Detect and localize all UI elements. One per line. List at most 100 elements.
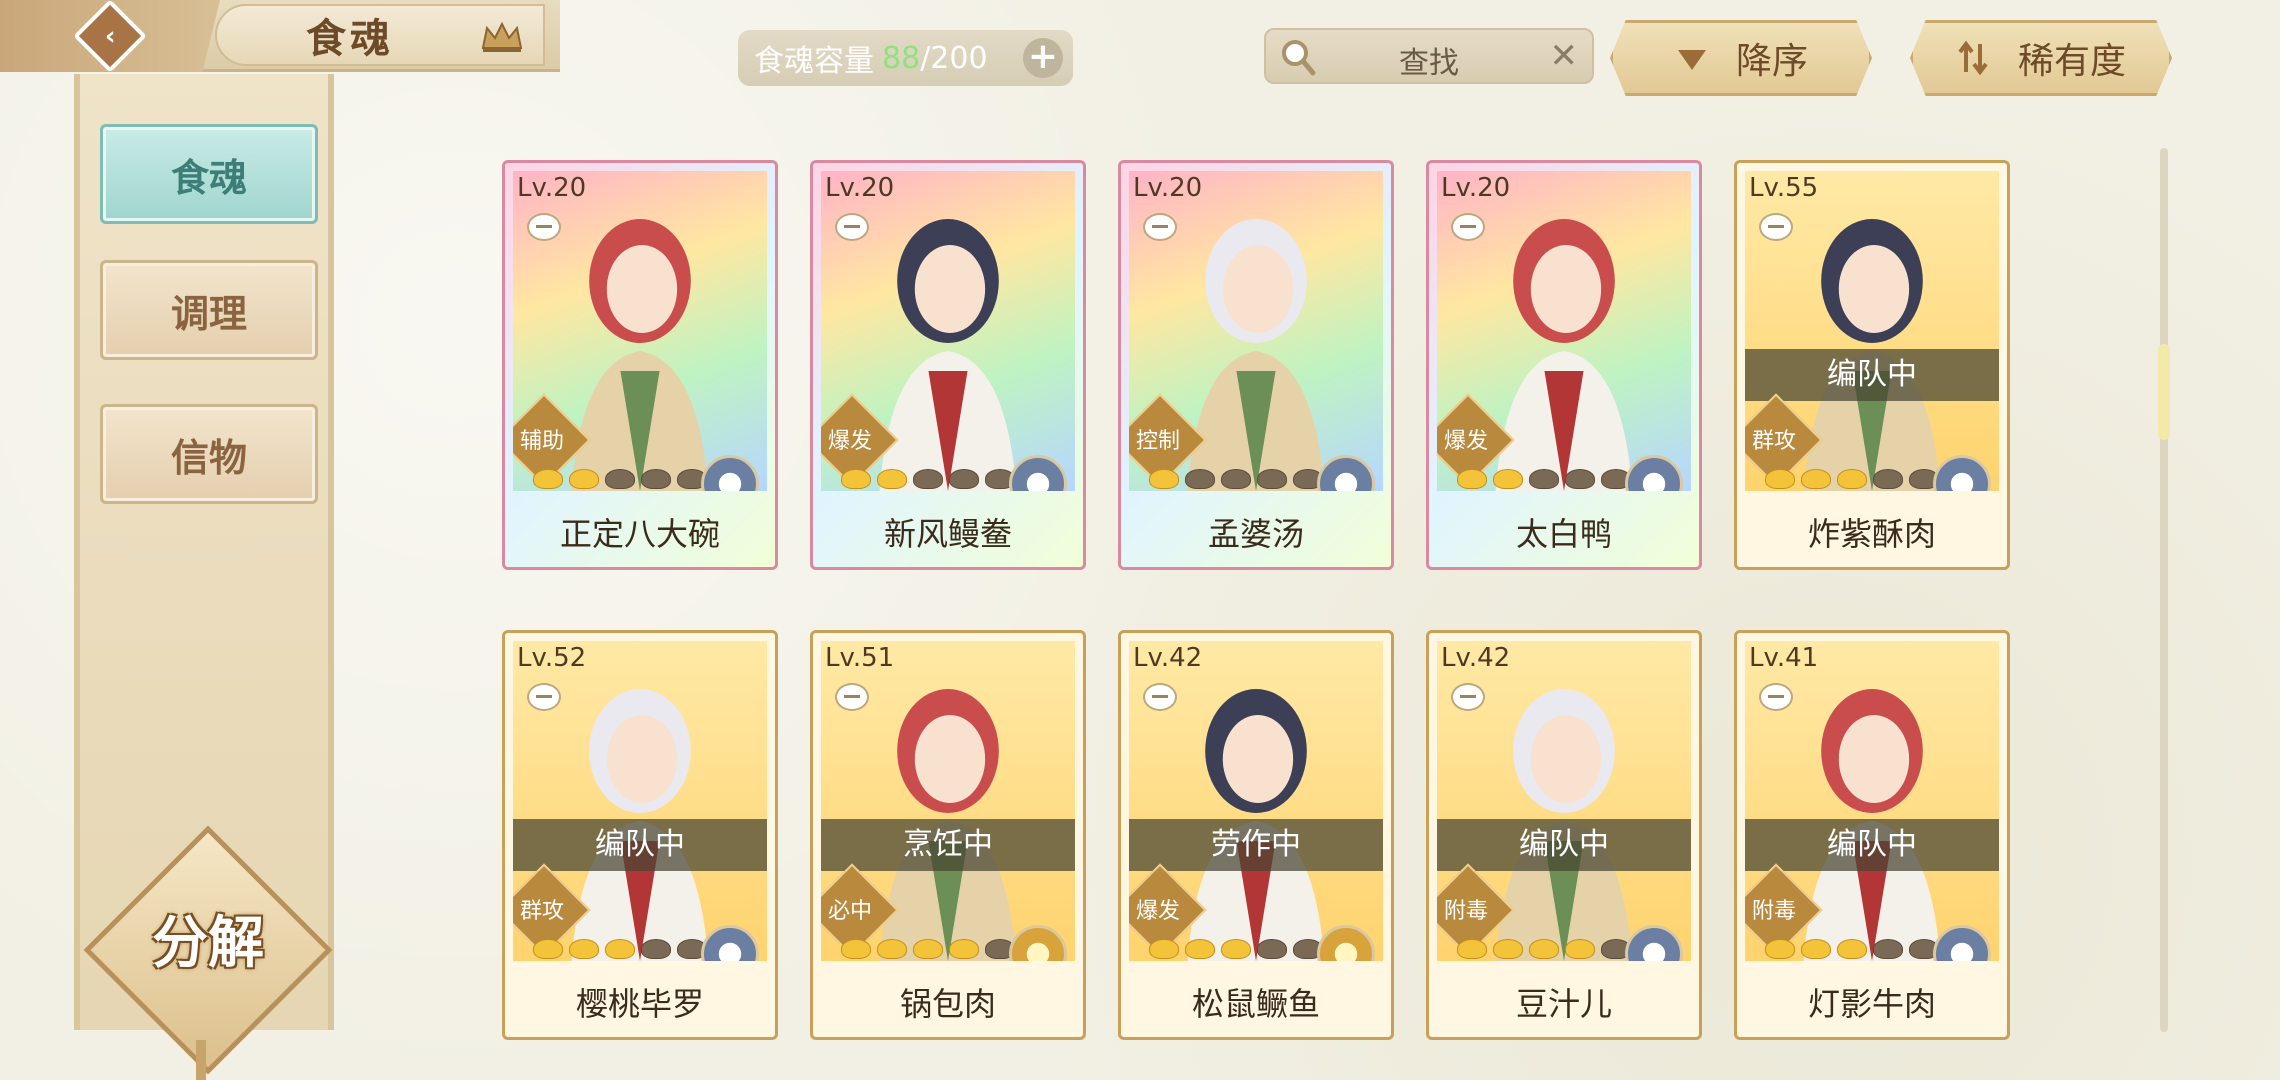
star-icon — [1565, 469, 1595, 489]
title-banner: ‹ 食魂 — [0, 0, 560, 72]
star-icon — [1529, 939, 1559, 959]
character-portrait: Lv.20 辅助 — [513, 171, 767, 491]
food-soul-name: 松鼠鳜鱼 — [1191, 985, 1320, 1023]
role-label: 必中 — [827, 899, 872, 924]
star-icon — [1457, 469, 1487, 489]
title-tab: 食魂 — [215, 4, 545, 66]
status-banner: 编队中 — [1745, 349, 1999, 401]
bowl-icon — [1759, 683, 1793, 711]
character-portrait: Lv.51 烹饪中必中 — [821, 641, 1075, 961]
star-icon — [1837, 939, 1867, 959]
character-portrait: Lv.55 编队中群攻 — [1745, 171, 1999, 491]
sort-order-button[interactable]: 降序 — [1610, 20, 1872, 96]
star-rating — [1765, 939, 1939, 959]
food-soul-card[interactable]: Lv.20 爆发 新风鳗鲞 — [810, 160, 1086, 570]
star-icon — [1221, 939, 1251, 959]
level-label: Lv.20 — [825, 173, 895, 203]
search-placeholder: 查找 — [1399, 46, 1459, 81]
character-portrait: Lv.20 爆发 — [1437, 171, 1691, 491]
food-soul-card[interactable]: Lv.42 编队中 附毒 豆汁儿 — [1426, 630, 1702, 1040]
capacity-current: 88 — [882, 40, 921, 76]
food-soul-card[interactable]: Lv.20 辅助正定八大碗 — [502, 160, 778, 570]
scrollbar-track[interactable] — [2160, 148, 2168, 1032]
star-icon — [841, 469, 871, 489]
food-soul-card[interactable]: Lv.51 烹饪中 必中 锅包肉 — [810, 630, 1086, 1040]
character-portrait: Lv.20 控制 — [1129, 171, 1383, 491]
sort-by-button[interactable]: 稀有度 — [1910, 20, 2172, 96]
star-icon — [1149, 469, 1179, 489]
role-label: 爆发 — [1443, 429, 1488, 454]
back-arrow-icon: ‹ — [73, 0, 147, 72]
sort-toggle-icon — [1958, 40, 1988, 76]
star-icon — [877, 469, 907, 489]
star-icon — [569, 469, 599, 489]
food-soul-name: 炸紫酥肉 — [1807, 515, 1936, 553]
sidebar-item-conditioning[interactable]: 调理 — [100, 260, 318, 360]
star-icon — [1257, 469, 1287, 489]
character-portrait: Lv.20 爆发 — [821, 171, 1075, 491]
level-label: Lv.55 — [1749, 173, 1819, 203]
food-soul-name: 正定八大碗 — [559, 515, 720, 553]
star-icon — [1457, 939, 1487, 959]
role-label: 附毒 — [1751, 899, 1796, 924]
decompose-label[interactable]: 分解 — [118, 898, 298, 979]
sidebar-item-tokens[interactable]: 信物 — [100, 404, 318, 504]
sidebar-item-food-souls[interactable]: 食魂 — [100, 124, 318, 224]
level-label: Lv.42 — [1441, 643, 1511, 673]
role-label: 爆发 — [827, 429, 872, 454]
add-capacity-button[interactable]: + — [1023, 38, 1063, 78]
star-icon — [641, 469, 671, 489]
star-icon — [1873, 469, 1903, 489]
food-soul-name: 太白鸭 — [1515, 515, 1612, 553]
level-label: Lv.41 — [1749, 643, 1819, 673]
sort-order-label: 降序 — [1735, 41, 1808, 82]
level-label: Lv.51 — [825, 643, 895, 673]
star-icon — [949, 939, 979, 959]
food-soul-card[interactable]: Lv.55 编队中群攻炸紫酥肉 — [1734, 160, 2010, 570]
food-soul-card[interactable]: Lv.42 劳作中 爆发松鼠鳜鱼 — [1118, 630, 1394, 1040]
food-soul-card[interactable]: Lv.20 爆发太白鸭 — [1426, 160, 1702, 570]
bowl-icon — [527, 213, 561, 241]
sort-by-label: 稀有度 — [2017, 41, 2126, 82]
level-label: Lv.20 — [1133, 173, 1203, 203]
star-icon — [1257, 939, 1287, 959]
level-label: Lv.42 — [1133, 643, 1203, 673]
star-icon — [1765, 469, 1795, 489]
character-portrait: Lv.42 劳作中 爆发 — [1129, 641, 1383, 961]
star-icon — [605, 939, 635, 959]
star-icon — [533, 939, 563, 959]
star-icon — [1801, 469, 1831, 489]
food-soul-card[interactable]: Lv.41 编队中 附毒 灯影牛肉 — [1734, 630, 2010, 1040]
star-icon — [913, 939, 943, 959]
star-icon — [569, 939, 599, 959]
star-icon — [1493, 939, 1523, 959]
food-soul-name: 孟婆汤 — [1207, 515, 1304, 553]
star-icon — [1801, 939, 1831, 959]
character-portrait: Lv.41 编队中 附毒 — [1745, 641, 1999, 961]
food-soul-card[interactable]: Lv.20 控制孟婆汤 — [1118, 160, 1394, 570]
bowl-icon — [835, 683, 869, 711]
star-icon — [949, 469, 979, 489]
status-banner: 编队中 — [513, 819, 767, 871]
star-icon — [1221, 469, 1251, 489]
star-icon — [877, 939, 907, 959]
crown-icon[interactable] — [479, 18, 525, 54]
capacity-label: 食魂容量 — [754, 44, 874, 79]
bowl-icon — [1451, 213, 1485, 241]
star-icon — [1149, 939, 1179, 959]
star-rating — [533, 939, 707, 959]
star-icon — [1185, 939, 1215, 959]
back-button[interactable]: ‹ — [0, 0, 220, 72]
bowl-icon — [527, 683, 561, 711]
role-label: 控制 — [1135, 429, 1180, 454]
status-banner: 烹饪中 — [821, 819, 1075, 871]
star-icon — [1185, 469, 1215, 489]
capacity-max: /200 — [920, 40, 988, 76]
role-label: 群攻 — [1751, 429, 1796, 454]
scrollbar-thumb[interactable] — [2158, 344, 2170, 440]
star-icon — [1765, 939, 1795, 959]
food-soul-card[interactable]: Lv.52 编队中 群攻 樱桃毕罗 — [502, 630, 778, 1040]
search-field[interactable]: 查找 ✕ — [1264, 28, 1594, 84]
clear-search-icon[interactable]: ✕ — [1550, 36, 1579, 76]
star-icon — [913, 469, 943, 489]
